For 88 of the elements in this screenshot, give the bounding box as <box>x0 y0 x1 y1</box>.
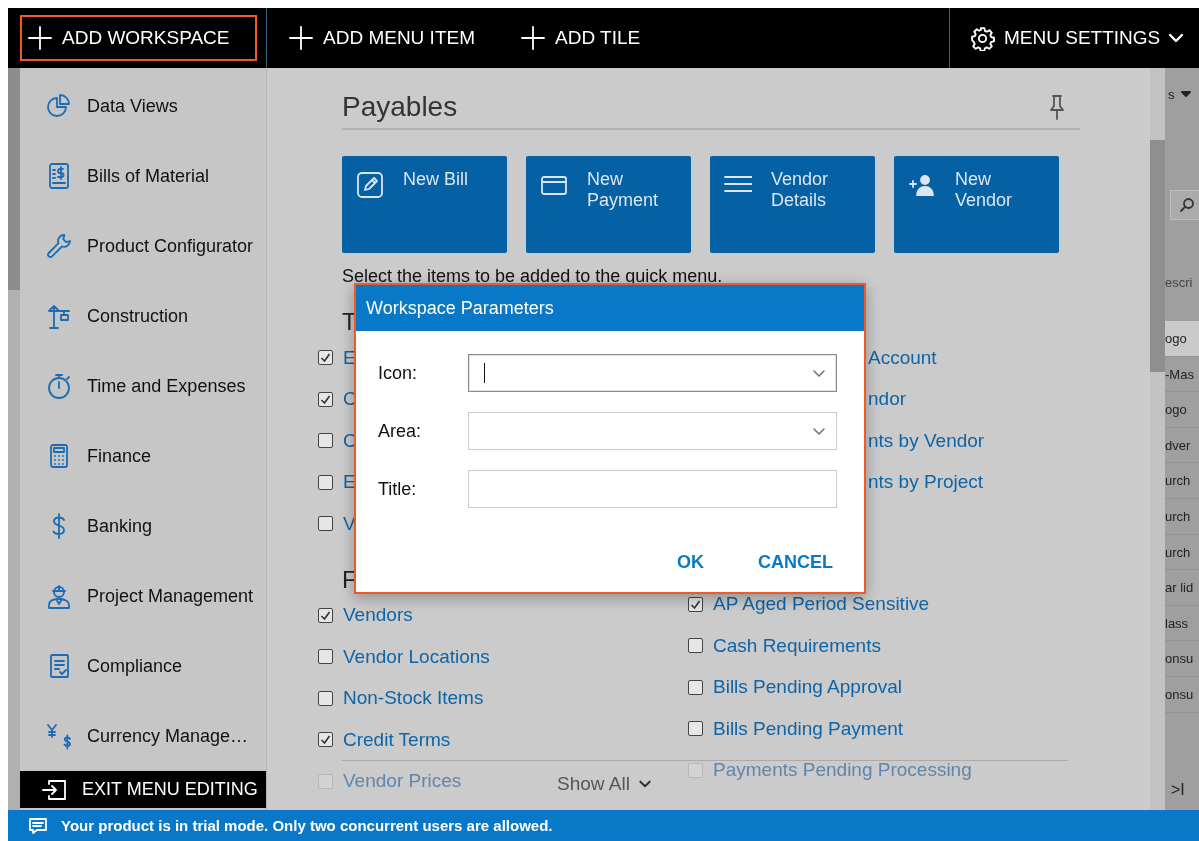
pie-chart-icon <box>45 92 73 120</box>
column-header: escri <box>1165 274 1194 292</box>
gear-icon <box>970 25 995 51</box>
toolbar-button[interactable]: ADD WORKSPACE <box>20 15 257 61</box>
report-link[interactable]: Bills Pending Payment <box>713 717 904 740</box>
field-label: Icon: <box>378 362 419 384</box>
scrollbar-thumb[interactable] <box>1150 140 1165 372</box>
plus-icon <box>521 26 545 50</box>
report-link[interactable]: AP Aged Period Sensitive <box>713 593 930 616</box>
dialog-title: Workspace Parameters <box>356 285 864 331</box>
search-icon <box>1179 197 1195 213</box>
sidebar-item[interactable]: Banking <box>20 491 266 561</box>
report-link[interactable]: Vendors <box>343 604 413 627</box>
checkbox[interactable] <box>318 350 333 366</box>
report-link[interactable]: E <box>343 346 356 369</box>
plus-icon <box>289 26 313 50</box>
table-cell[interactable]: onsu <box>1165 676 1199 713</box>
menu-text: s <box>1168 86 1175 102</box>
quick-tile[interactable]: Vendor Details <box>710 156 875 253</box>
table-cell[interactable]: urch <box>1165 463 1199 499</box>
table-cell[interactable]: onsu <box>1165 641 1199 677</box>
checkbox[interactable] <box>318 474 333 490</box>
exit-icon <box>40 777 68 802</box>
page-title: Payables <box>342 90 458 123</box>
instruction-text: Select the items to be added to the quick menu. <box>342 265 724 288</box>
checkbox[interactable] <box>688 762 703 778</box>
sidebar-item[interactable]: Compliance <box>20 631 266 701</box>
dropdown-field[interactable] <box>468 412 837 450</box>
checkbox[interactable] <box>318 690 333 706</box>
table-cell[interactable]: ogo <box>1165 321 1199 357</box>
checkbox[interactable] <box>318 649 333 665</box>
text-cursor <box>484 363 485 383</box>
wrench-icon <box>45 232 73 260</box>
report-link[interactable]: Non-Stock Items <box>343 687 484 710</box>
checkbox[interactable] <box>318 607 333 623</box>
dialog-button[interactable]: OK <box>675 548 706 577</box>
table-cell[interactable]: lass <box>1165 605 1199 642</box>
dropdown-field[interactable] <box>468 354 837 392</box>
checkbox[interactable] <box>688 721 703 737</box>
sidebar-item[interactable]: Project Management <box>20 561 266 631</box>
sidebar-item[interactable]: Bills of Material <box>20 141 266 211</box>
crane-icon <box>45 302 73 330</box>
report-link[interactable]: Credit Terms <box>343 728 451 751</box>
sidebar-item[interactable]: Data Views <box>20 71 266 141</box>
checkbox[interactable] <box>688 679 703 695</box>
table-cell[interactable]: urch <box>1165 498 1199 535</box>
quick-tile[interactable]: New Vendor <box>894 156 1059 253</box>
checkbox[interactable] <box>318 732 333 748</box>
pin-icon <box>1048 93 1066 120</box>
checkbox[interactable] <box>688 596 703 612</box>
dialog-button[interactable]: CANCEL <box>756 548 835 577</box>
report-link[interactable]: Vendor Locations <box>343 645 490 668</box>
checkbox[interactable] <box>318 391 333 407</box>
message-icon <box>28 815 48 836</box>
checkbox[interactable] <box>688 638 703 654</box>
table-cell[interactable]: ogo <box>1165 392 1199 428</box>
sidebar-item[interactable]: Finance <box>20 421 266 491</box>
quick-tile[interactable]: New Payment <box>526 156 691 253</box>
table-cell[interactable]: ar lid <box>1165 570 1199 606</box>
sidebar-item[interactable]: Currency Manage… <box>20 701 266 771</box>
stopwatch-icon <box>45 372 73 400</box>
input-field[interactable] <box>468 470 837 508</box>
exit-menu-editing-button[interactable]: EXIT MENU EDITING <box>20 771 266 808</box>
table-cell[interactable]: dver <box>1165 427 1199 464</box>
sidebar-item[interactable]: Time and Expenses <box>20 351 266 421</box>
last-page-button[interactable]: >I <box>1165 779 1199 800</box>
field-label: Area: <box>378 420 423 442</box>
checkbox[interactable] <box>318 433 333 449</box>
scrollbar-thumb[interactable] <box>8 68 20 290</box>
checkbox[interactable] <box>318 773 333 789</box>
status-message: Your product is in trial mode. Only two concurrent users are allowed. <box>61 817 553 834</box>
quick-tile[interactable]: New Bill <box>342 156 507 253</box>
report-link[interactable]: Bills Pending Approval <box>713 676 903 699</box>
pencil-icon <box>356 171 384 199</box>
table-cell[interactable]: -Mas <box>1165 356 1199 393</box>
checkbox[interactable] <box>318 516 333 532</box>
table-cell[interactable]: urch <box>1165 534 1199 571</box>
sidebar-item[interactable]: Product Configurator <box>20 211 266 281</box>
report-link[interactable]: Cash Requirements <box>713 634 881 657</box>
search-field[interactable] <box>1170 190 1199 220</box>
sidebar-item[interactable]: Construction <box>20 281 266 351</box>
caret-icon <box>1180 91 1191 97</box>
report-link[interactable]: E <box>343 471 356 494</box>
show-all-button[interactable]: Show All <box>557 773 652 795</box>
worker-icon <box>45 582 73 610</box>
plus-icon <box>28 26 52 50</box>
currency-icon <box>45 722 73 750</box>
field-label: Title: <box>378 478 418 500</box>
